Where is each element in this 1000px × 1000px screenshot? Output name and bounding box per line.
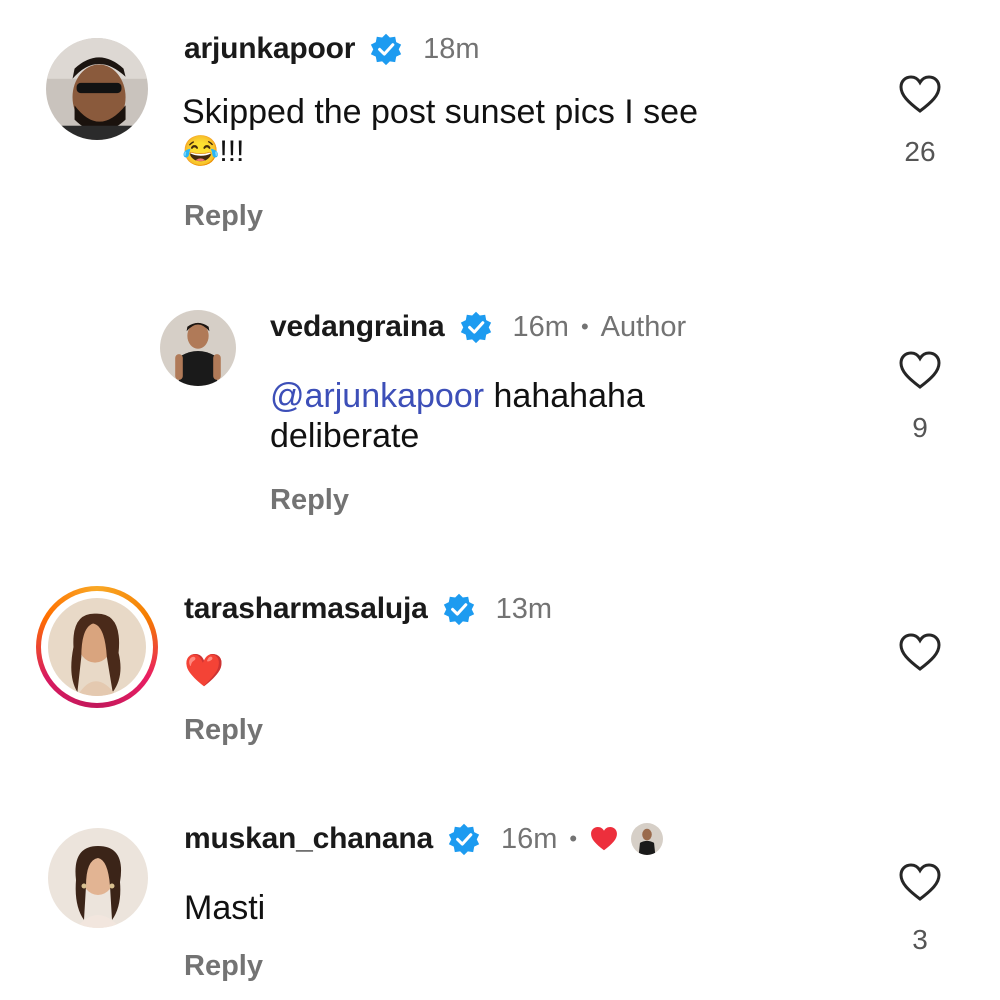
comment-time: 16m	[500, 822, 558, 855]
mention-link[interactable]: @arjunkapoor	[270, 377, 484, 415]
separator-dot: •	[580, 314, 589, 339]
avatar-arjunkapoor[interactable]	[46, 38, 148, 140]
comment-muskan-chanana: muskan_chanana 16m • Masti Reply 3	[0, 810, 1000, 1000]
comment-text: @arjunkapoor hahahaha deliberate	[270, 376, 645, 456]
comment-text-emoji: ❤️	[184, 652, 224, 688]
avatar-muskan-chanana[interactable]	[48, 828, 148, 928]
comment-arjunkapoor: arjunkapoor 18m Skipped the post sunset …	[0, 0, 1000, 260]
comment-text-line2: 😂!!!	[182, 135, 245, 168]
like-count: 26	[904, 136, 936, 167]
verified-badge-icon	[447, 822, 481, 856]
avatar-tarasharmasaluja	[48, 598, 146, 696]
author-mini-avatar	[631, 823, 664, 855]
like-heart-icon[interactable]	[898, 862, 942, 902]
reply-button[interactable]: Reply	[184, 950, 263, 983]
like-heart-icon[interactable]	[898, 632, 942, 672]
comment-text-line1: Skipped the post sunset pics I see	[182, 93, 698, 131]
like-heart-icon[interactable]	[898, 350, 942, 390]
author-liked-heart-icon	[589, 825, 619, 853]
comment-time: 18m	[423, 32, 480, 65]
comment-time: 13m	[495, 592, 553, 625]
comment-vedangraina: vedangraina 16m • Author @arjunkapoor ha…	[0, 290, 1000, 550]
username[interactable]: tarasharmasaluja	[184, 592, 428, 626]
reply-button[interactable]: Reply	[184, 200, 263, 233]
separator-dot: •	[569, 826, 578, 851]
comment-text: Masti	[184, 889, 266, 927]
like-count: 3	[912, 924, 928, 955]
author-label: Author	[600, 310, 687, 343]
reply-button[interactable]: Reply	[184, 714, 263, 747]
like-heart-icon[interactable]	[898, 74, 942, 114]
username[interactable]: vedangraina	[270, 310, 445, 344]
comment-time: 16m	[512, 310, 569, 343]
reply-button[interactable]: Reply	[270, 484, 349, 517]
verified-badge-icon	[459, 310, 493, 344]
verified-badge-icon	[369, 32, 403, 66]
username[interactable]: arjunkapoor	[184, 32, 355, 66]
username[interactable]: muskan_chanana	[184, 822, 433, 856]
avatar-vedangraina[interactable]	[160, 310, 236, 386]
story-ring[interactable]	[36, 586, 158, 708]
comment-tarasharmasaluja: tarasharmasaluja 13m ❤️ Reply	[0, 580, 1000, 780]
like-count: 9	[912, 412, 928, 443]
comment-text: Skipped the post sunset pics I see 😂!!!	[182, 92, 698, 172]
comment-text-line2: deliberate	[270, 417, 420, 455]
comment-text-line1: @arjunkapoor hahahaha	[270, 376, 645, 416]
comment-text-rest: hahahaha	[484, 377, 645, 415]
verified-badge-icon	[442, 592, 476, 626]
